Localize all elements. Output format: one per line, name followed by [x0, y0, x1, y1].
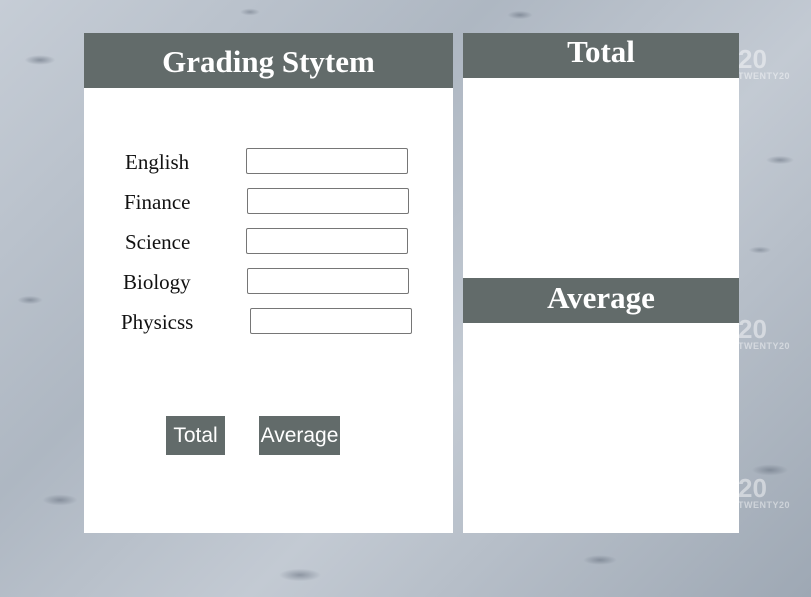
subject-label: Science	[125, 230, 191, 254]
background-watermark: 20 TWENTY20	[738, 46, 790, 81]
form-title: Grading Stytem	[84, 33, 453, 88]
watermark-mark: 20	[738, 44, 767, 74]
background-watermark: 20 TWENTY20	[738, 316, 790, 351]
subject-label: English	[125, 150, 190, 174]
science-input[interactable]	[246, 228, 408, 254]
watermark-text: TWENTY20	[738, 71, 791, 81]
watermark-mark: 20	[738, 473, 767, 503]
total-button[interactable]: Total	[166, 416, 225, 455]
subject-row-science: Science	[84, 228, 453, 258]
results-panel: Total Average	[463, 33, 739, 533]
average-button[interactable]: Average	[259, 416, 340, 455]
subject-row-finance: Finance	[84, 188, 453, 218]
grading-form-panel: Grading Stytem English Finance Science B…	[84, 33, 453, 533]
subject-label: Physicss	[121, 310, 194, 334]
watermark-text: TWENTY20	[738, 341, 791, 351]
subject-label: Biology	[123, 270, 191, 294]
total-output	[463, 78, 739, 278]
average-output	[463, 323, 739, 533]
physics-input[interactable]	[250, 308, 412, 334]
subject-row-physics: Physicss	[84, 308, 453, 338]
background-watermark: 20 TWENTY20	[738, 475, 790, 510]
english-input[interactable]	[246, 148, 408, 174]
finance-input[interactable]	[247, 188, 409, 214]
average-title: Average	[463, 278, 739, 323]
total-title: Total	[463, 33, 739, 78]
subject-row-biology: Biology	[84, 268, 453, 298]
subject-label: Finance	[124, 190, 191, 214]
subject-row-english: English	[84, 148, 453, 178]
watermark-text: TWENTY20	[738, 500, 791, 510]
watermark-mark: 20	[738, 314, 767, 344]
biology-input[interactable]	[247, 268, 409, 294]
